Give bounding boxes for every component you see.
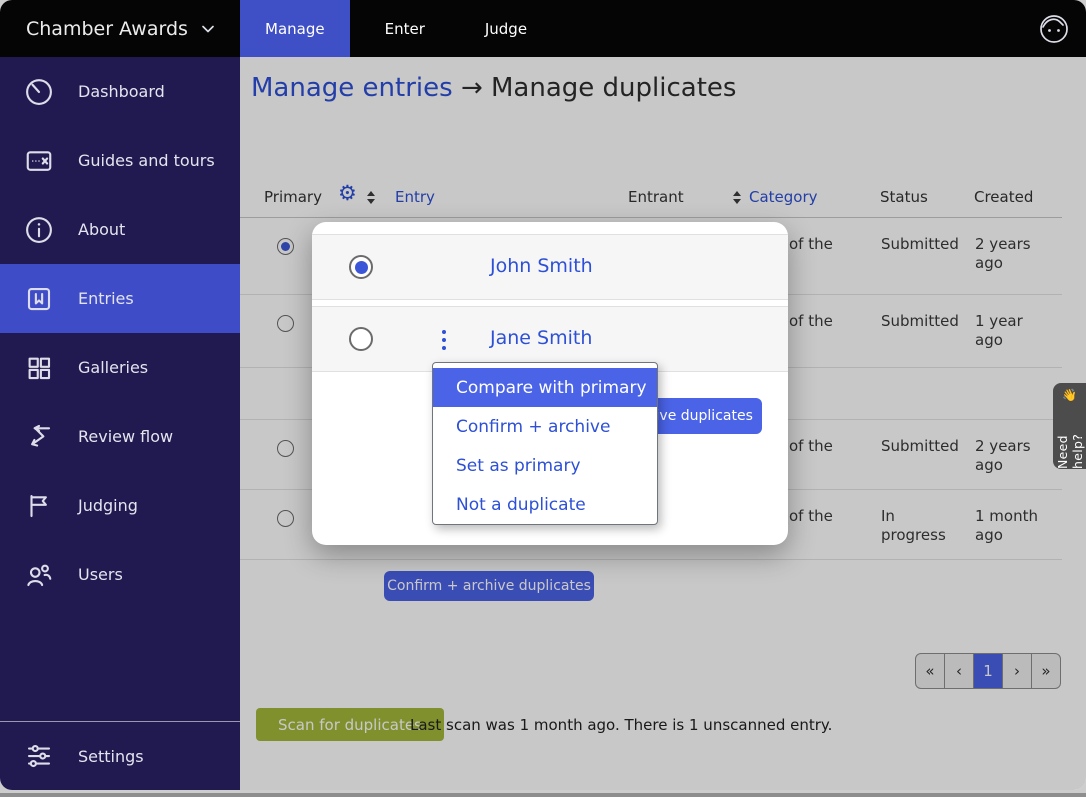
sidebar-item-review-flow[interactable]: Review flow — [0, 402, 240, 471]
map-icon — [24, 146, 54, 176]
entry-link-jane-smith[interactable]: Jane Smith — [490, 327, 592, 349]
grid-icon — [24, 353, 54, 383]
sidebar-item-guides-and-tours[interactable]: Guides and tours — [0, 126, 240, 195]
bookmark-icon — [24, 284, 54, 314]
sidebar-item-label: Entries — [78, 289, 134, 308]
duplicate-entry-row: John Smith — [312, 234, 788, 300]
main-content: Manage entries → Manage duplicates Prima… — [240, 57, 1086, 790]
user-avatar-icon[interactable] — [1038, 13, 1070, 45]
need-help-label: Need help? — [1055, 404, 1085, 469]
top-navbar: Chamber Awards Manage Enter Judge — [0, 0, 1086, 57]
sidebar-item-users[interactable]: Users — [0, 540, 240, 609]
sidebar-item-about[interactable]: About — [0, 195, 240, 264]
tab-enter[interactable]: Enter — [360, 0, 450, 57]
app-switcher[interactable]: Chamber Awards — [0, 0, 240, 57]
need-help-tab[interactable]: 👋 Need help? — [1053, 383, 1086, 469]
sidebar-item-entries[interactable]: Entries — [0, 264, 240, 333]
sidebar-item-label: Users — [78, 565, 123, 584]
tab-manage[interactable]: Manage — [240, 0, 350, 57]
brand-title: Chamber Awards — [26, 18, 188, 40]
sidebar-item-settings[interactable]: Settings — [0, 722, 240, 790]
menu-item-confirm-archive[interactable]: Confirm + archive — [433, 407, 657, 446]
app-window: Chamber Awards Manage Enter Judge Dashbo… — [0, 0, 1086, 790]
row-actions-menu: Compare with primary Confirm + archive S… — [432, 362, 658, 525]
primary-radio-selected[interactable] — [349, 255, 373, 279]
duplicate-group-popup: John Smith Jane Smith Confirm + archive … — [312, 222, 788, 545]
sidebar-item-label: Settings — [78, 747, 144, 766]
sidebar-footer: Settings — [0, 721, 240, 790]
menu-item-set-as-primary[interactable]: Set as primary — [433, 446, 657, 485]
sidebar-item-label: Review flow — [78, 427, 173, 446]
sidebar-item-label: Guides and tours — [78, 151, 215, 170]
tab-judge[interactable]: Judge — [460, 0, 552, 57]
sidebar-item-label: Judging — [78, 496, 138, 515]
menu-item-not-a-duplicate[interactable]: Not a duplicate — [433, 485, 657, 524]
primary-radio[interactable] — [349, 327, 373, 351]
info-icon — [24, 215, 54, 245]
menu-item-compare-with-primary[interactable]: Compare with primary — [433, 368, 657, 407]
sliders-icon — [24, 741, 54, 771]
sidebar: Dashboard Guides and tours About Entries… — [0, 57, 240, 790]
sidebar-item-label: Dashboard — [78, 82, 165, 101]
sidebar-item-galleries[interactable]: Galleries — [0, 333, 240, 402]
flow-arrow-icon — [24, 422, 54, 452]
waving-hand-icon: 👋 — [1062, 388, 1077, 402]
sidebar-item-dashboard[interactable]: Dashboard — [0, 57, 240, 126]
sidebar-item-judging[interactable]: Judging — [0, 471, 240, 540]
dashboard-icon — [24, 77, 54, 107]
entry-link-john-smith[interactable]: John Smith — [490, 255, 593, 277]
users-icon — [24, 560, 54, 590]
window-bottom-edge — [0, 793, 1086, 797]
flag-icon — [24, 491, 54, 521]
kebab-menu-icon[interactable] — [440, 328, 448, 352]
chevron-down-icon — [200, 21, 216, 37]
sidebar-item-label: Galleries — [78, 358, 148, 377]
sidebar-item-label: About — [78, 220, 125, 239]
